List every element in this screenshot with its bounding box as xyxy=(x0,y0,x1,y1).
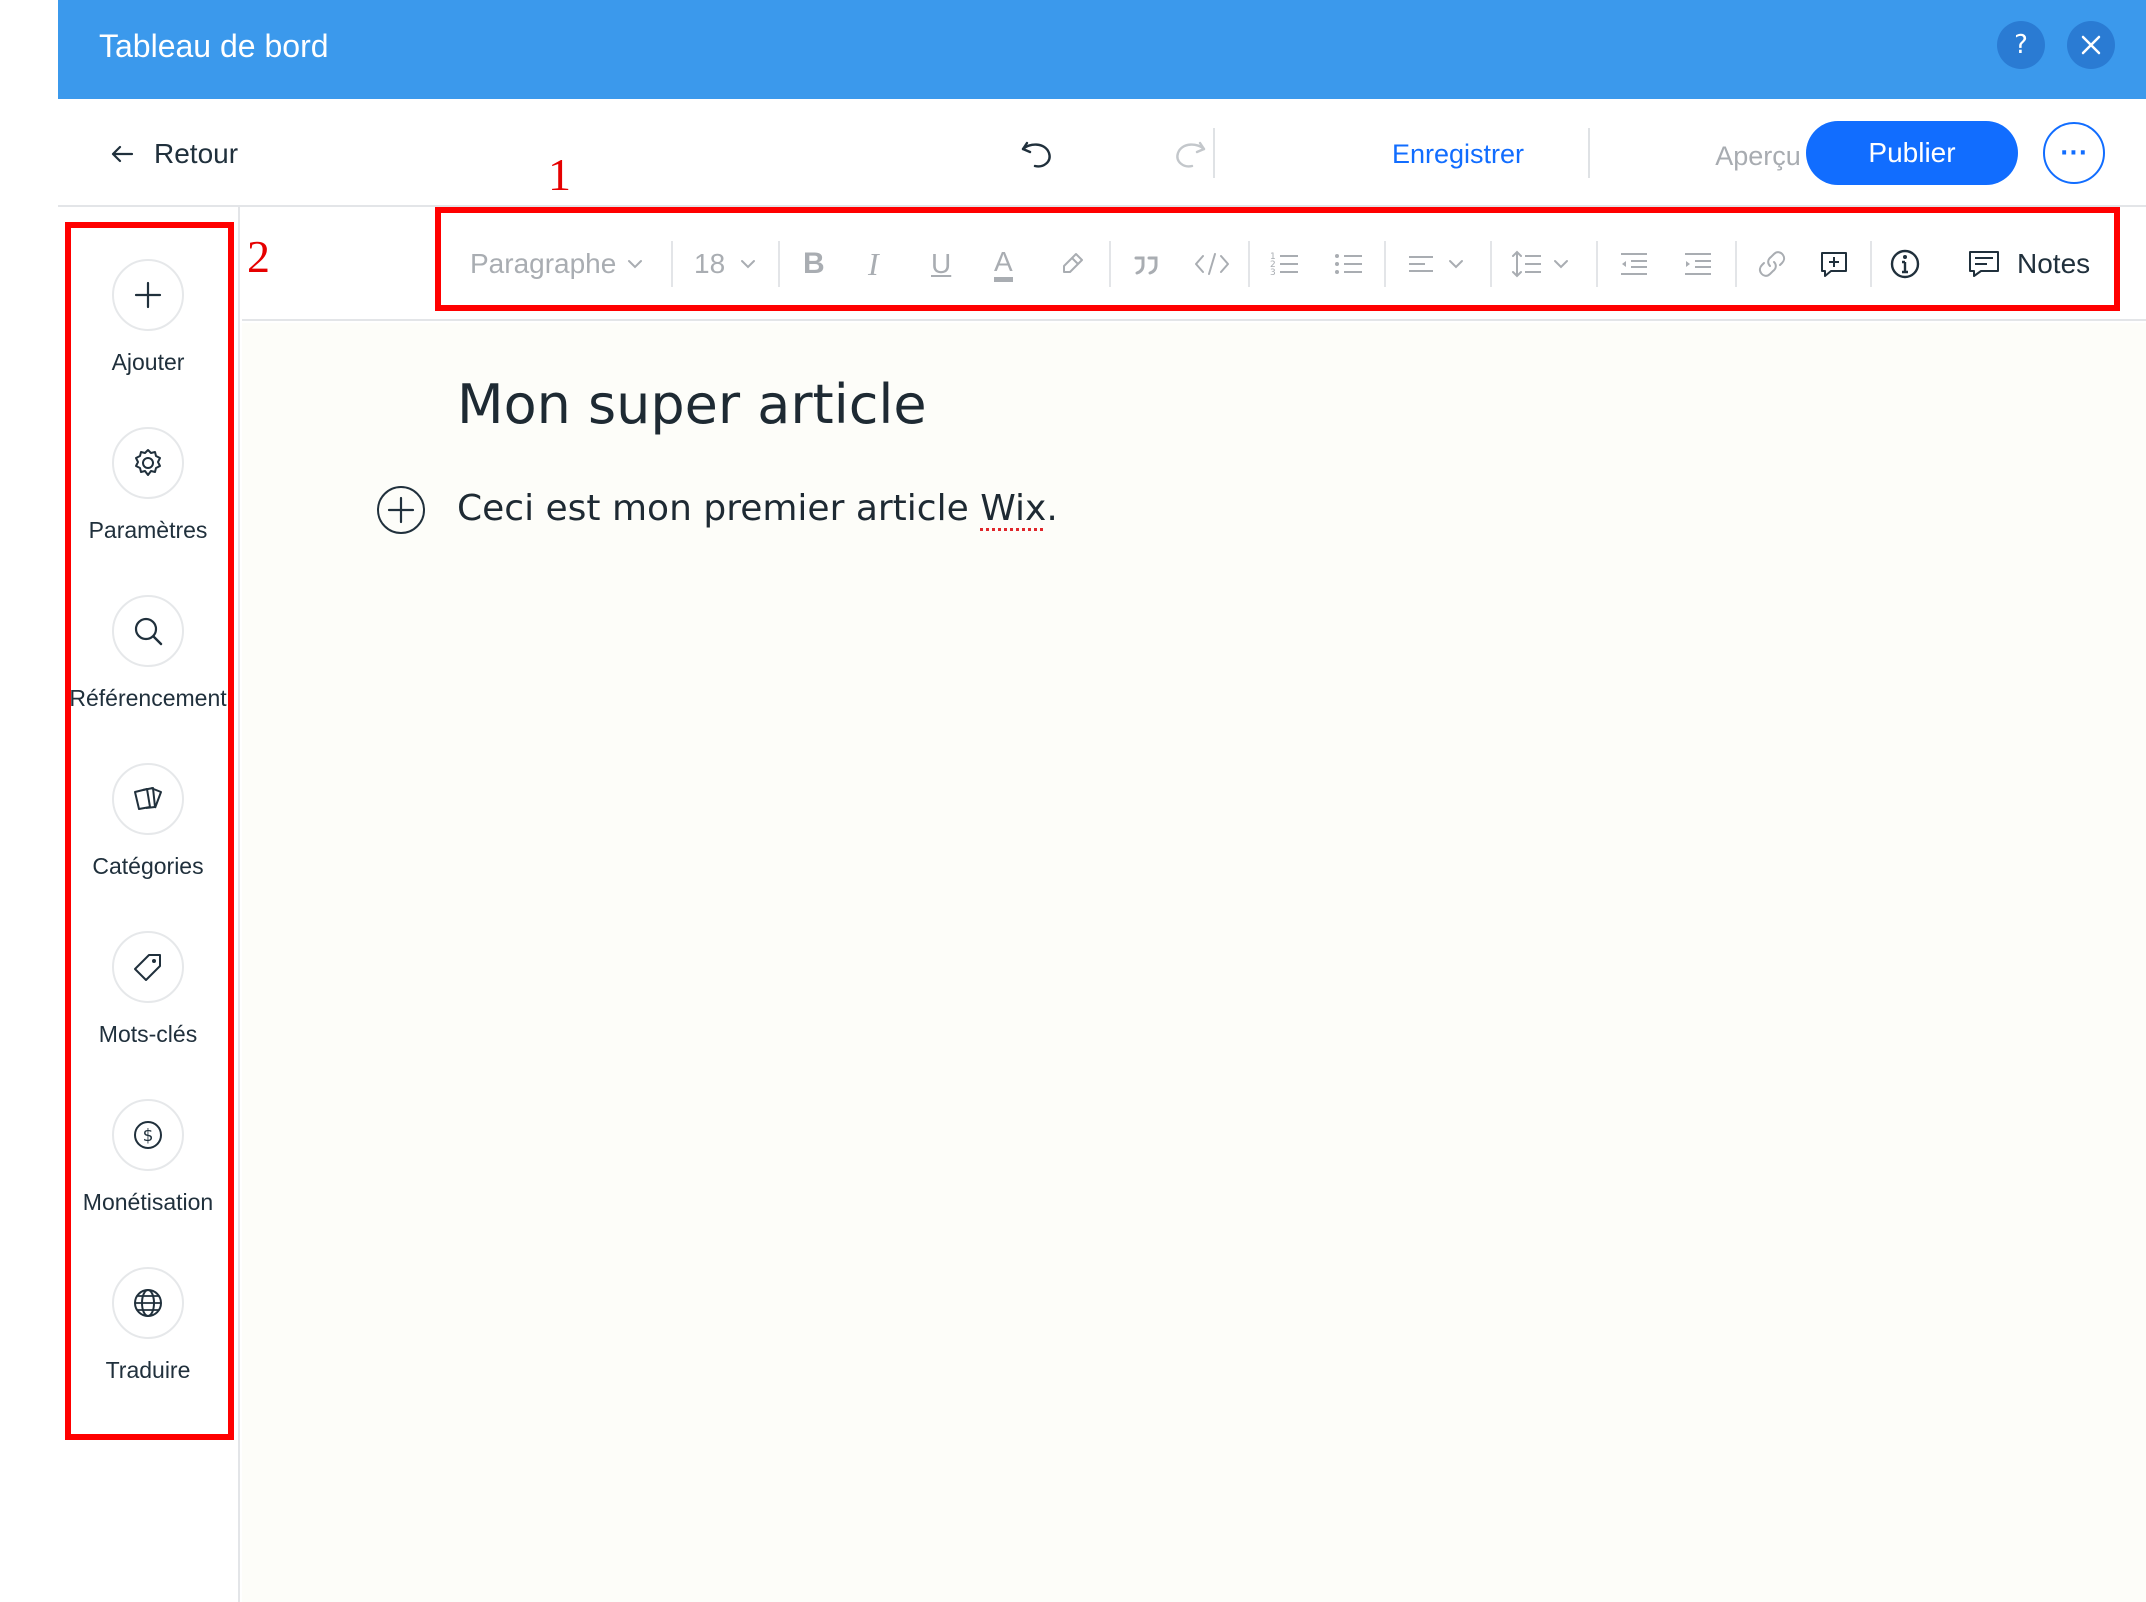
undo-icon[interactable] xyxy=(1015,131,1059,175)
back-button[interactable]: Retour xyxy=(108,134,238,174)
add-block-icon[interactable] xyxy=(375,484,427,536)
dashboard-title: Tableau de bord xyxy=(99,28,329,64)
annotation-number-2: 2 xyxy=(247,231,270,282)
post-body-text: Ceci est mon premier article xyxy=(457,488,981,529)
header-divider xyxy=(1213,128,1215,178)
annotation-box-2 xyxy=(65,222,234,1440)
more-options-button[interactable]: ··· xyxy=(2043,122,2105,184)
post-title[interactable]: Mon super article xyxy=(457,373,927,436)
post-body-end: . xyxy=(1046,488,1058,529)
editor-canvas[interactable]: Mon super article Ceci est mon premier a… xyxy=(242,323,2146,1602)
annotation-box-1 xyxy=(435,207,2120,311)
header-divider xyxy=(1588,128,1590,178)
help-button[interactable]: ? xyxy=(1997,21,2045,69)
close-button[interactable] xyxy=(2067,21,2115,69)
app-frame: Tableau de bord ? Retour Enregistrer Ape… xyxy=(0,0,2146,1602)
publish-button[interactable]: Publier xyxy=(1806,121,2018,185)
dashboard-titlebar: Tableau de bord ? xyxy=(58,0,2146,99)
misspelled-word: Wix xyxy=(980,488,1047,529)
redo-icon[interactable] xyxy=(1168,131,1212,175)
annotation-number-1: 1 xyxy=(548,149,571,200)
help-icon: ? xyxy=(2014,30,2028,60)
save-button[interactable]: Enregistrer xyxy=(1328,129,1588,179)
editor-header: Retour Enregistrer Aperçu Publier ··· xyxy=(58,99,2146,207)
ellipsis-icon: ··· xyxy=(2059,140,2089,166)
back-label: Retour xyxy=(154,138,239,169)
post-body-paragraph[interactable]: Ceci est mon premier article Wix. xyxy=(457,488,1058,529)
close-icon xyxy=(2081,35,2101,55)
arrow-left-icon xyxy=(111,145,134,163)
